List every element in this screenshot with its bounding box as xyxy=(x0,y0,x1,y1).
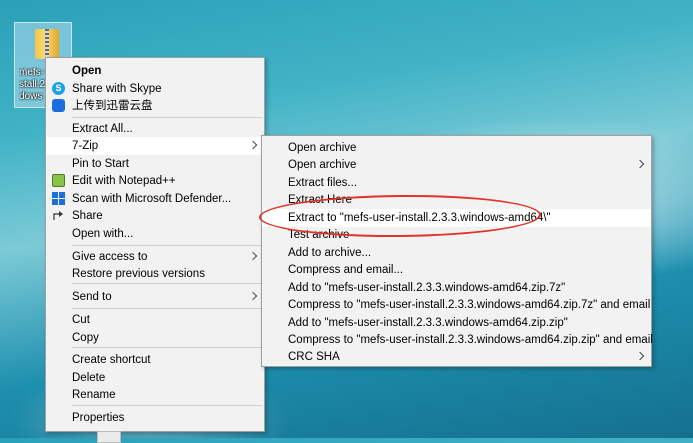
chevron-right-icon xyxy=(248,140,258,150)
chevron-right-icon xyxy=(248,251,258,261)
zipper-icon xyxy=(45,29,49,59)
chevron-right-icon xyxy=(248,291,258,301)
menu-item-scan-defender[interactable]: Scan with Microsoft Defender... xyxy=(46,190,264,208)
menu-item-pin-to-start[interactable]: Pin to Start xyxy=(46,155,264,173)
submenu-item-open-archive[interactable]: Open archive xyxy=(262,139,651,157)
menu-separator xyxy=(72,245,262,246)
xunlei-cloud-icon xyxy=(52,99,65,112)
menu-item-7zip[interactable]: 7-Zip xyxy=(46,137,264,155)
menu-item-cut[interactable]: Cut xyxy=(46,311,264,329)
menu-item-edit-notepadpp[interactable]: Edit with Notepad++ xyxy=(46,172,264,190)
menu-item-xunlei-upload[interactable]: 上传到迅雷云盘 xyxy=(46,97,264,115)
menu-item-send-to[interactable]: Send to xyxy=(46,288,264,306)
sevenzip-submenu: Open archive Open archive Extract files.… xyxy=(261,135,653,367)
menu-item-copy[interactable]: Copy xyxy=(46,329,264,347)
submenu-item-compress-email[interactable]: Compress and email... xyxy=(262,261,651,279)
menu-separator xyxy=(72,283,262,284)
share-icon xyxy=(52,209,65,222)
menu-item-open[interactable]: Open xyxy=(46,62,264,80)
submenu-item-add-to-archive[interactable]: Add to archive... xyxy=(262,244,651,262)
menu-item-delete[interactable]: Delete xyxy=(46,369,264,387)
submenu-item-open-archive-more[interactable]: Open archive xyxy=(262,156,651,174)
menu-item-share[interactable]: Share xyxy=(46,207,264,225)
submenu-item-extract-files[interactable]: Extract files... xyxy=(262,174,651,192)
defender-shield-icon xyxy=(52,192,65,205)
menu-item-restore-versions[interactable]: Restore previous versions xyxy=(46,265,264,283)
submenu-item-add-to-zip[interactable]: Add to "mefs-user-install.2.3.3.windows-… xyxy=(262,314,651,332)
menu-item-create-shortcut[interactable]: Create shortcut xyxy=(46,351,264,369)
menu-item-extract-all[interactable]: Extract All... xyxy=(46,120,264,138)
chevron-right-icon xyxy=(635,159,645,169)
file-icon-partial xyxy=(97,431,121,443)
menu-separator xyxy=(72,347,262,348)
notepadpp-icon xyxy=(52,174,65,187)
chevron-right-icon xyxy=(635,351,645,361)
menu-item-open-with[interactable]: Open with... xyxy=(46,225,264,243)
submenu-item-crc-sha[interactable]: CRC SHA xyxy=(262,348,651,366)
submenu-item-compress-zip-email[interactable]: Compress to "mefs-user-install.2.3.3.win… xyxy=(262,331,653,349)
menu-item-give-access[interactable]: Give access to xyxy=(46,248,264,266)
menu-item-rename[interactable]: Rename xyxy=(46,386,264,404)
menu-item-share-with-skype[interactable]: S Share with Skype xyxy=(46,80,264,98)
context-menu: Open S Share with Skype 上传到迅雷云盘 Extract … xyxy=(45,57,265,432)
skype-icon: S xyxy=(52,82,65,95)
menu-separator xyxy=(72,405,262,406)
submenu-item-add-to-7z[interactable]: Add to "mefs-user-install.2.3.3.windows-… xyxy=(262,279,651,297)
menu-separator xyxy=(72,117,262,118)
menu-separator xyxy=(72,308,262,309)
submenu-item-compress-7z-email[interactable]: Compress to "mefs-user-install.2.3.3.win… xyxy=(262,296,651,314)
menu-item-properties[interactable]: Properties xyxy=(46,409,264,427)
